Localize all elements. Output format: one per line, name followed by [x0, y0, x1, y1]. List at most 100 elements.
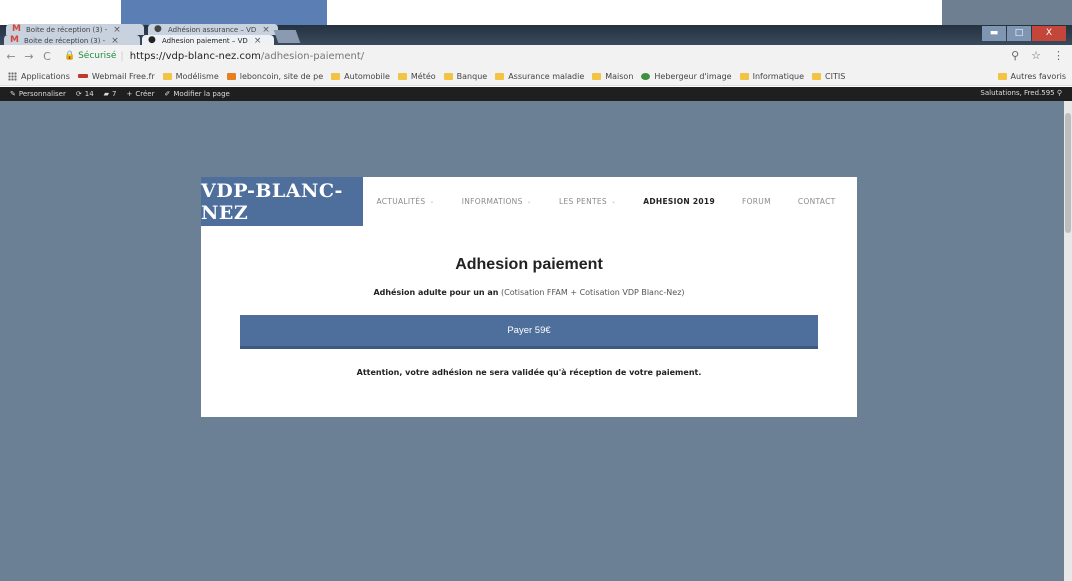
- bookmark-label: CITIS: [825, 71, 846, 81]
- gmail-icon: M: [12, 24, 21, 34]
- plus-icon: +: [126, 90, 133, 98]
- folder-icon: [495, 72, 505, 80]
- tab-label: Boite de réception (3) -: [26, 25, 108, 34]
- hebergeur-icon: [641, 72, 651, 80]
- page-content: Adhesion paiement Adhésion adulte pour u…: [201, 256, 857, 377]
- bookmark-label: leboncoin, site de pe: [239, 71, 324, 81]
- bookmark-maison[interactable]: Maison: [592, 72, 633, 81]
- close-window-button[interactable]: X: [1032, 26, 1066, 41]
- comments-count: 7: [112, 90, 117, 98]
- bookmark-label: Assurance maladie: [508, 71, 585, 81]
- nav-adhesion[interactable]: ADHESION 2019: [643, 197, 715, 206]
- edit-label: Modifier la page: [173, 90, 230, 98]
- site-favicon: ●: [154, 24, 162, 34]
- edit-page-link[interactable]: ✐ Modifier la page: [165, 90, 230, 98]
- site-container: VDP-BLANC-NEZ ACTUALITÉS ⌄ INFORMATIONS ⌄ …: [201, 177, 857, 417]
- folder-icon: [739, 72, 749, 80]
- nav-forum[interactable]: FORUM: [742, 197, 771, 206]
- url-field[interactable]: https://vdp-blanc-nez.com/adhesion-paiem…: [130, 51, 364, 62]
- chevron-down-icon: ⌄: [610, 198, 617, 205]
- maximize-button[interactable]: □: [1007, 26, 1031, 41]
- brush-icon: ✎: [10, 90, 16, 98]
- site-favicon: ●: [148, 35, 156, 45]
- updates-count: 14: [84, 90, 94, 98]
- bookmark-label: Applications: [21, 71, 70, 81]
- bookmark-meteo[interactable]: Météo: [397, 72, 436, 81]
- nav-informations[interactable]: INFORMATIONS ⌄: [462, 197, 532, 206]
- apps-grid-icon: [8, 71, 17, 81]
- bookmark-label: Hebergeur d'image: [654, 71, 732, 81]
- new-tab-button[interactable]: [273, 30, 301, 43]
- bookmark-label: Autres favoris: [1010, 71, 1066, 81]
- nav-les-pentes[interactable]: LES PENTES ⌄: [559, 197, 616, 206]
- customize-link[interactable]: ✎ Personnaliser: [10, 90, 66, 98]
- bookmark-apps[interactable]: Applications: [8, 71, 70, 81]
- bookmark-hebergeur[interactable]: Hebergeur d'image: [641, 71, 732, 81]
- reload-button[interactable]: C: [40, 50, 54, 63]
- bookmark-banque[interactable]: Banque: [443, 71, 488, 81]
- folder-icon: [997, 72, 1007, 80]
- secure-indicator[interactable]: 🔒 Sécurisé: [64, 51, 116, 61]
- menu-icon[interactable]: ⋮: [1053, 49, 1064, 62]
- background-window-logo: [121, 0, 327, 26]
- refresh-icon: ⟳: [75, 90, 82, 98]
- bookmark-star-icon[interactable]: ☆: [1031, 49, 1041, 62]
- bookmark-citis[interactable]: CITIS: [812, 72, 845, 81]
- close-icon[interactable]: ×: [111, 36, 119, 46]
- scrollbar-thumb[interactable]: [1065, 113, 1071, 233]
- pay-button[interactable]: Payer 59€: [240, 315, 818, 349]
- bookmark-assurance[interactable]: Assurance maladie: [495, 72, 584, 81]
- bookmarks-bar: Applications Webmail Free.fr Modélisme l…: [0, 67, 1072, 86]
- new-content-link[interactable]: + Créer: [127, 90, 155, 98]
- url-host: https://vdp-blanc-nez.com: [129, 50, 261, 62]
- bookmark-label: Automobile: [344, 71, 390, 81]
- bookmark-automobile[interactable]: Automobile: [331, 72, 390, 81]
- gmail-icon: M: [10, 35, 19, 45]
- back-button[interactable]: ←: [4, 50, 18, 63]
- nav-actualites[interactable]: ACTUALITÉS ⌄: [376, 197, 434, 206]
- bookmark-webmail[interactable]: Webmail Free.fr: [77, 72, 155, 81]
- search-icon[interactable]: ⚲: [1057, 89, 1062, 97]
- window-controls: ▬ □ X: [982, 26, 1066, 41]
- free-icon: [77, 74, 88, 78]
- background-window-edge: [942, 0, 1072, 28]
- leboncoin-icon: [226, 72, 236, 80]
- zoom-icon[interactable]: ⚲: [1011, 49, 1019, 62]
- site-logo[interactable]: VDP-BLANC-NEZ: [201, 177, 363, 226]
- scrollbar[interactable]: [1064, 101, 1072, 581]
- separator: |: [120, 50, 124, 62]
- folder-icon: [812, 72, 822, 80]
- nav-contact[interactable]: CONTACT: [798, 197, 836, 206]
- bookmark-label: Maison: [605, 71, 634, 81]
- nav-label: INFORMATIONS: [461, 197, 523, 206]
- forward-button[interactable]: →: [22, 50, 36, 63]
- folder-icon: [397, 72, 407, 80]
- bookmark-label: Banque: [456, 71, 488, 81]
- membership-type: Adhésion adulte pour un an: [373, 288, 499, 297]
- comments-link[interactable]: ▰ 7: [104, 90, 117, 98]
- bookmark-informatique[interactable]: Informatique: [739, 71, 805, 81]
- new-label: Créer: [135, 90, 155, 98]
- account-greeting[interactable]: Salutations, Fred.595 ⚲: [980, 89, 1062, 97]
- chevron-down-icon: ⌄: [429, 198, 435, 205]
- close-icon[interactable]: ×: [254, 36, 262, 46]
- comment-icon: ▰: [103, 90, 110, 98]
- bookmark-label: Informatique: [752, 71, 805, 81]
- bookmark-leboncoin[interactable]: leboncoin, site de pe: [226, 71, 324, 81]
- folder-icon: [592, 72, 602, 80]
- tab-adhesion-assurance[interactable]: ● Adhésion assurance – VD ×: [148, 24, 278, 35]
- customize-label: Personnaliser: [18, 90, 66, 98]
- greeting-label: Salutations, Fred.595: [980, 89, 1055, 97]
- minimize-button[interactable]: ▬: [982, 26, 1006, 41]
- folder-icon: [331, 72, 341, 80]
- close-icon[interactable]: ×: [113, 25, 121, 35]
- folder-icon: [162, 72, 172, 80]
- site-header: VDP-BLANC-NEZ ACTUALITÉS ⌄ INFORMATIONS ⌄ …: [201, 177, 857, 226]
- close-icon[interactable]: ×: [262, 25, 270, 35]
- updates-link[interactable]: ⟳ 14: [76, 90, 94, 98]
- bookmark-other[interactable]: Autres favoris: [997, 71, 1066, 81]
- tab-gmail-back[interactable]: M Boite de réception (3) - ×: [6, 24, 144, 35]
- payment-warning: Attention, votre adhésion ne sera validé…: [356, 368, 702, 377]
- membership-description: Adhésion adulte pour un an (Cotisation F…: [201, 288, 857, 297]
- bookmark-modelisme[interactable]: Modélisme: [162, 72, 219, 81]
